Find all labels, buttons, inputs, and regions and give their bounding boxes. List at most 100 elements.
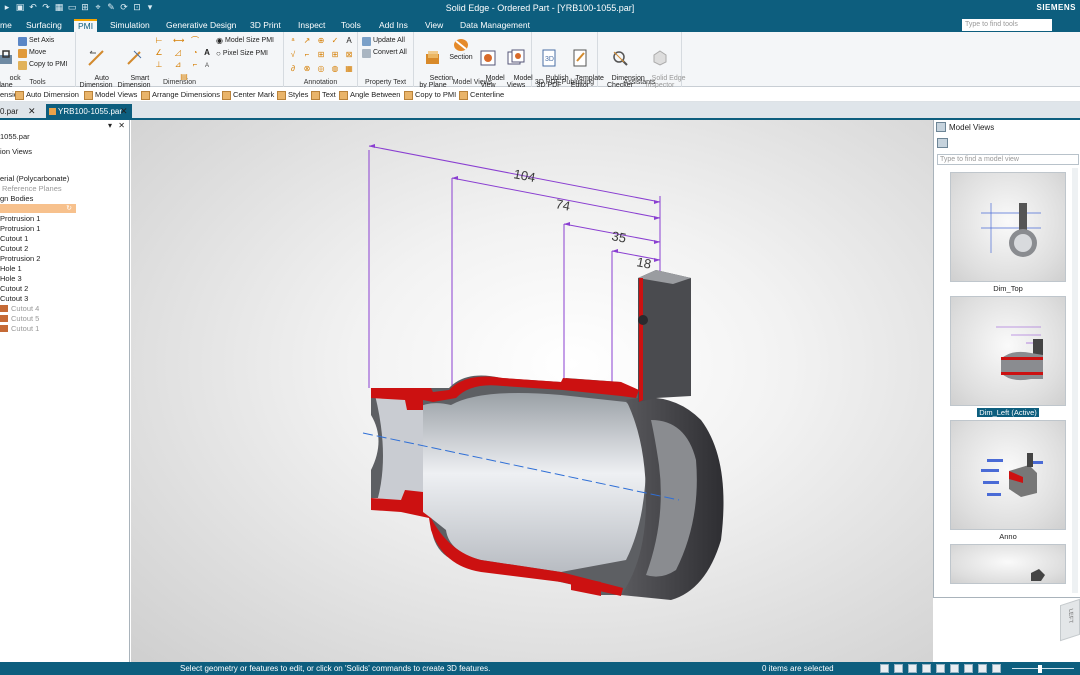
find-model-view-input[interactable]: Type to find a model view xyxy=(937,154,1079,165)
dimension-value[interactable]: 35 xyxy=(610,228,627,245)
tab-pmi[interactable]: PMI xyxy=(74,19,98,32)
cmd-center-mark[interactable]: Center Mark xyxy=(222,90,274,100)
dimension-checker-button[interactable]: Dimension Checker xyxy=(600,35,645,96)
model-view-thumbnail-next[interactable] xyxy=(950,544,1066,584)
publish-3d-pdf-button[interactable]: 3D Publish 3D PDF xyxy=(534,35,569,96)
cmd-copy-to-pmi[interactable]: Copy to PMI xyxy=(404,90,456,100)
tab-tools[interactable]: Tools xyxy=(337,19,365,32)
tree-item[interactable]: gn Bodies xyxy=(0,194,33,204)
tab-add-ins[interactable]: Add Ins xyxy=(375,19,412,32)
tree-item[interactable]: Hole 1 xyxy=(0,264,22,274)
model-view-thumbnail-anno[interactable] xyxy=(950,420,1066,530)
chamfer-dimension-icon[interactable]: ◿ xyxy=(173,48,183,57)
tab-3d-print[interactable]: 3D Print xyxy=(246,19,285,32)
copy-to-pmi-button[interactable]: Copy to PMI xyxy=(18,60,68,70)
close-tab-icon[interactable]: ✕ xyxy=(28,104,36,119)
center-mark-icon[interactable]: ◎ xyxy=(316,64,326,73)
close-tab-icon[interactable]: ✕ xyxy=(120,104,128,119)
dimension-value[interactable]: 104 xyxy=(512,166,536,185)
model-view-thumbnail-dim-left[interactable] xyxy=(950,296,1066,406)
model-views-button[interactable]: Model Views xyxy=(502,35,533,96)
angular-coordinate-icon[interactable]: ⊿ xyxy=(173,60,183,69)
feature-control-icon[interactable]: ⊞ xyxy=(316,50,326,59)
dimension-annotations[interactable]: 104 74 35 18 xyxy=(368,144,661,272)
dimension-value[interactable]: 74 xyxy=(554,196,571,213)
cmd-styles[interactable]: Styles xyxy=(277,90,308,100)
connector-icon[interactable]: ∂ xyxy=(288,64,298,73)
move-button[interactable]: Move xyxy=(18,48,46,58)
tab-inspect[interactable]: Inspect xyxy=(294,19,329,32)
cmd-arrange-dimensions[interactable]: Arrange Dimensions xyxy=(141,90,220,100)
tree-item[interactable]: Cutout 1 xyxy=(0,234,28,244)
tree-item[interactable]: Cutout 2 xyxy=(0,284,28,294)
datum-target-icon[interactable]: ⊠ xyxy=(344,50,354,59)
tree-item[interactable]: Reference Planes xyxy=(2,184,62,194)
tree-item[interactable]: Protrusion 2 xyxy=(0,254,40,264)
tree-item[interactable]: ↻ xyxy=(0,204,76,213)
radius-dimension-icon[interactable]: ◔ xyxy=(190,48,200,57)
text-box-icon[interactable]: A xyxy=(344,36,354,45)
distance-between-icon[interactable]: ⊢ xyxy=(154,36,164,45)
shaded-view-icon[interactable] xyxy=(964,664,973,673)
model-view-thumbnail-dim-top[interactable] xyxy=(950,172,1066,282)
model-views-scrollbar[interactable] xyxy=(1072,168,1078,593)
view-orientation-icon[interactable] xyxy=(950,664,959,673)
symbol-icon[interactable]: ◍ xyxy=(330,64,340,73)
part-body[interactable] xyxy=(371,270,724,600)
angle-dimension-icon[interactable]: ∠ xyxy=(154,48,164,57)
auto-dimension-button[interactable]: Auto Dimension xyxy=(78,35,114,96)
tab-simulation[interactable]: Simulation xyxy=(106,19,154,32)
cmd-auto-dimension[interactable]: Auto Dimension xyxy=(15,90,79,100)
tree-item[interactable]: ion Views xyxy=(0,147,32,157)
document-tab-first[interactable]: 0.par xyxy=(0,104,22,119)
symmetric-dimension-icon[interactable]: ⟷ xyxy=(173,36,184,45)
set-axis-button[interactable]: Set Axis xyxy=(18,36,54,46)
search-tools-input[interactable]: Type to find tools xyxy=(962,19,1052,31)
fit-view-icon[interactable] xyxy=(880,664,889,673)
rotate-view-icon[interactable] xyxy=(936,664,945,673)
render-icon[interactable] xyxy=(992,664,1001,673)
bolt-hole-icon[interactable]: ⊗ xyxy=(302,64,312,73)
smart-dimension-button[interactable]: Smart Dimension xyxy=(116,35,152,96)
solid-edge-inspector-button[interactable]: Solid Edge Inspector xyxy=(640,35,686,96)
close-icon[interactable]: ✕ xyxy=(118,121,125,130)
dimension-value[interactable]: 18 xyxy=(635,254,652,271)
style-icon[interactable] xyxy=(978,664,987,673)
tab-view[interactable]: View xyxy=(421,19,447,32)
view-cube[interactable]: LEFT xyxy=(1060,598,1080,642)
surface-texture-icon[interactable]: √ xyxy=(288,50,298,59)
tree-item[interactable]: Protrusion 1 xyxy=(0,214,40,224)
edge-condition-icon[interactable]: ⌐ xyxy=(302,50,312,59)
balloon-icon[interactable]: ⊕ xyxy=(316,36,326,45)
table-icon[interactable]: ▦ xyxy=(344,64,354,73)
tree-item[interactable]: Cutout 1 xyxy=(0,324,39,334)
section-by-plane-button[interactable]: Section by Plane xyxy=(418,35,453,96)
model-size-pmi-option[interactable]: ◉ Model Size PMI xyxy=(216,36,274,46)
zoom-slider[interactable] xyxy=(1012,668,1074,669)
dimension-line[interactable] xyxy=(611,250,661,261)
cmd-text[interactable]: Text xyxy=(311,90,336,100)
tab-data-management[interactable]: Data Management xyxy=(456,19,534,32)
section-button[interactable]: Section xyxy=(448,35,474,61)
tree-item[interactable]: Cutout 3 xyxy=(0,294,28,304)
cmd-model-views[interactable]: Model Views xyxy=(84,90,137,100)
graphics-window[interactable]: 104 74 35 18 xyxy=(131,120,933,662)
lock-plane-button[interactable]: ock lane xyxy=(0,35,21,96)
zoom-area-icon[interactable] xyxy=(894,664,903,673)
pixel-size-pmi-option[interactable]: ○ Pixel Size PMI xyxy=(216,49,268,59)
template-editor-button[interactable]: Template Editor xyxy=(564,35,604,96)
datum-frame-icon[interactable]: ⊞ xyxy=(330,50,340,59)
tree-item[interactable]: erial (Polycarbonate) xyxy=(0,174,69,184)
update-all-button[interactable]: Update All xyxy=(362,36,405,46)
zoom-slider-knob[interactable] xyxy=(1038,665,1042,673)
weld-symbol-icon[interactable]: ✓ xyxy=(330,36,340,45)
tree-item[interactable]: Hole 3 xyxy=(0,274,22,284)
tree-item[interactable]: Cutout 5 xyxy=(0,314,39,324)
cmd-angle-between[interactable]: Angle Between xyxy=(339,90,400,100)
coordinate-dimension-icon[interactable]: ⊥ xyxy=(154,60,164,69)
ordinate-dimension-icon[interactable]: ⌐ xyxy=(190,60,200,69)
tree-item[interactable]: Cutout 4 xyxy=(0,304,39,314)
convert-all-button[interactable]: Convert All xyxy=(362,48,407,58)
dropdown-icon[interactable]: ▾ xyxy=(108,121,112,130)
tree-item[interactable]: 1055.par xyxy=(0,132,30,142)
